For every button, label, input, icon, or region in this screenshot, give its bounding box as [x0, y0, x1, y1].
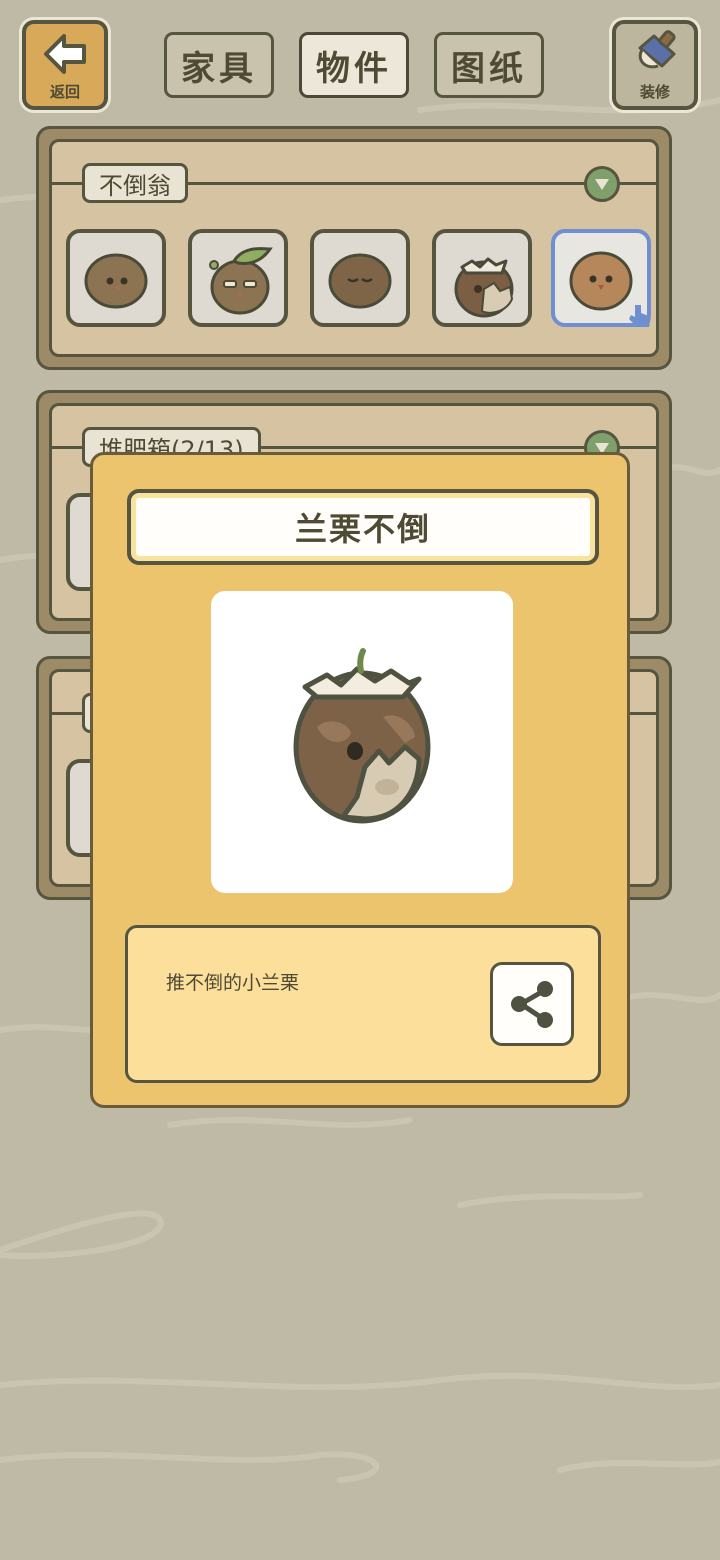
- acorn-cracked-preview-icon: [293, 648, 431, 824]
- share-icon: [511, 981, 553, 1028]
- item-slot[interactable]: [432, 229, 532, 327]
- decorate-label: 装修: [639, 83, 670, 101]
- acorn-cracked-icon: [454, 257, 514, 318]
- item-slot[interactable]: [66, 229, 166, 327]
- item-slot-selected[interactable]: [551, 229, 651, 327]
- share-button[interactable]: [490, 962, 574, 1046]
- tab-blueprints-label: 图纸: [451, 48, 527, 89]
- tab-furniture-label: 家具: [181, 48, 257, 89]
- panel-title: 不倒翁: [82, 163, 188, 203]
- decorate-button[interactable]: 装修: [612, 20, 698, 110]
- back-button[interactable]: 返回: [22, 20, 108, 110]
- tab-furniture[interactable]: 家具: [164, 32, 274, 98]
- collapse-toggle-icon[interactable]: [584, 166, 620, 202]
- acorn-leaf-owl-icon: [209, 247, 273, 315]
- brush-icon: [638, 30, 676, 69]
- description-box: 推不倒的小兰栗: [125, 925, 601, 1083]
- tab-blueprints[interactable]: 图纸: [434, 32, 544, 98]
- item-slot[interactable]: [188, 229, 288, 327]
- tab-objects-label: 物件: [316, 48, 392, 89]
- item-slot[interactable]: [310, 229, 410, 327]
- tab-objects[interactable]: 物件: [299, 32, 409, 98]
- item-detail-popup[interactable]: 兰栗不倒 推不倒的小兰栗: [90, 452, 630, 1108]
- back-label: 返回: [49, 83, 80, 101]
- acorn-sleepy-icon: [328, 253, 392, 309]
- item-preview: [211, 591, 513, 893]
- tap-hand-icon: [629, 305, 651, 327]
- panel-tumblers: 不倒翁: [36, 126, 672, 370]
- acorn-plain-icon: [84, 253, 148, 309]
- back-arrow-icon: [44, 34, 86, 74]
- item-description: 推不倒的小兰栗: [166, 972, 300, 994]
- popup-title: 兰栗不倒: [127, 489, 599, 565]
